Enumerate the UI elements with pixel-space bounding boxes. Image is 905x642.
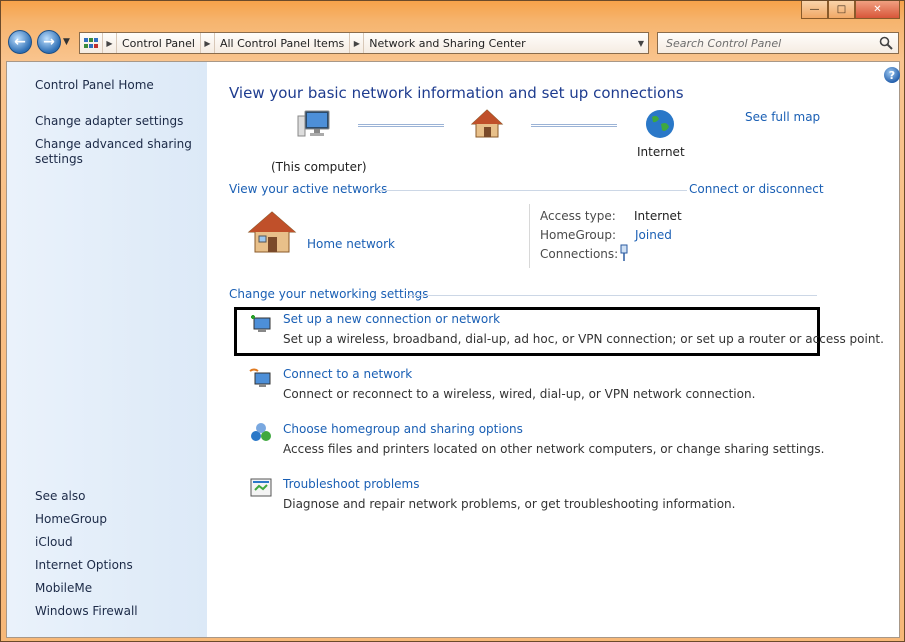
section-divider (407, 295, 817, 296)
address-bar[interactable]: ▶ Control Panel ▶ All Control Panel Item… (79, 32, 649, 54)
sidebar-mobileme[interactable]: MobileMe (35, 581, 92, 596)
active-networks-heading: View your active networks (229, 182, 388, 196)
forward-button[interactable]: → (37, 30, 61, 54)
access-type-label: Access type: (540, 209, 616, 223)
ethernet-connection-icon[interactable] (619, 244, 629, 265)
back-button[interactable]: ← (8, 30, 32, 54)
help-icon[interactable]: ? (884, 67, 900, 83)
connect-network-icon[interactable] (249, 367, 273, 389)
section-divider (377, 190, 687, 191)
sidebar-windows-firewall[interactable]: Windows Firewall (35, 604, 138, 619)
see-full-map-link[interactable]: See full map (745, 110, 820, 124)
new-connection-icon[interactable] (249, 312, 273, 334)
search-icon[interactable] (879, 36, 893, 53)
navigation-bar: ← → ▼ ▶ Control Panel ▶ All Control Pane… (1, 25, 904, 61)
title-bar: — □ ✕ (1, 1, 904, 23)
breadcrumb-separator[interactable]: ▶ (349, 33, 363, 53)
sidebar-control-panel-home[interactable]: Control Panel Home (35, 78, 154, 93)
breadcrumb-control-panel[interactable]: Control Panel (116, 33, 200, 53)
internet-globe-icon[interactable] (644, 108, 676, 143)
homegroup-joined-link[interactable]: Joined (635, 228, 672, 242)
internet-label: Internet (637, 145, 685, 159)
see-also-heading: See also (35, 489, 86, 503)
details-divider (529, 204, 530, 268)
page-title: View your basic network information and … (229, 84, 684, 102)
troubleshoot-icon[interactable] (249, 477, 273, 499)
networking-settings-heading: Change your networking settings (229, 287, 429, 301)
breadcrumb-separator[interactable]: ▶ (102, 33, 116, 53)
computer-icon[interactable] (297, 108, 331, 143)
access-type-value: Internet (634, 209, 682, 223)
home-network-icon (247, 210, 297, 257)
sidebar-icloud[interactable]: iCloud (35, 535, 73, 550)
setup-connection-link[interactable]: Set up a new connection or network (283, 312, 500, 326)
search-input[interactable]: Search Control Panel (657, 32, 899, 54)
connection-line (358, 124, 444, 127)
this-computer-label: (This computer) (271, 160, 367, 174)
breadcrumb-separator[interactable]: ▶ (199, 33, 214, 53)
window-controls: — □ ✕ (801, 1, 900, 19)
sidebar-internet-options[interactable]: Internet Options (35, 558, 133, 573)
search-placeholder: Search Control Panel (666, 36, 782, 50)
connection-line (531, 124, 617, 127)
homegroup-sharing-desc: Access files and printers located on oth… (283, 442, 825, 456)
homegroup-label: HomeGroup: (540, 228, 617, 242)
control-panel-icon (80, 33, 102, 53)
content-area: Control Panel Home Change adapter settin… (6, 61, 900, 638)
recent-pages-dropdown[interactable]: ▼ (63, 37, 73, 47)
breadcrumb-all-items[interactable]: All Control Panel Items (213, 33, 349, 53)
sidebar-homegroup[interactable]: HomeGroup (35, 512, 107, 527)
home-network-link[interactable]: Home network (307, 237, 395, 251)
homegroup-sharing-link[interactable]: Choose homegroup and sharing options (283, 422, 523, 436)
troubleshoot-desc: Diagnose and repair network problems, or… (283, 497, 736, 511)
homegroup-sharing-icon[interactable] (249, 422, 273, 444)
connections-label: Connections: (540, 247, 619, 261)
breadcrumb-network-sharing[interactable]: Network and Sharing Center (363, 33, 530, 53)
sidebar-change-adapter-settings[interactable]: Change adapter settings (35, 114, 183, 129)
maximize-button[interactable]: □ (828, 1, 855, 19)
address-dropdown[interactable]: ▼ (634, 33, 648, 53)
minimize-button[interactable]: — (801, 1, 828, 19)
setup-connection-desc: Set up a wireless, broadband, dial-up, a… (283, 332, 884, 346)
sidebar: Control Panel Home Change adapter settin… (7, 62, 207, 637)
home-network-map-icon[interactable] (470, 108, 504, 143)
sidebar-change-advanced-sharing[interactable]: Change advanced sharing settings (35, 137, 195, 167)
connect-or-disconnect-link[interactable]: Connect or disconnect (689, 182, 824, 196)
window-frame: — □ ✕ ← → ▼ ▶ Control Panel ▶ All Contro… (0, 0, 905, 642)
close-button[interactable]: ✕ (855, 1, 900, 19)
connect-to-network-link[interactable]: Connect to a network (283, 367, 412, 381)
troubleshoot-link[interactable]: Troubleshoot problems (283, 477, 419, 491)
connect-to-network-desc: Connect or reconnect to a wireless, wire… (283, 387, 756, 401)
